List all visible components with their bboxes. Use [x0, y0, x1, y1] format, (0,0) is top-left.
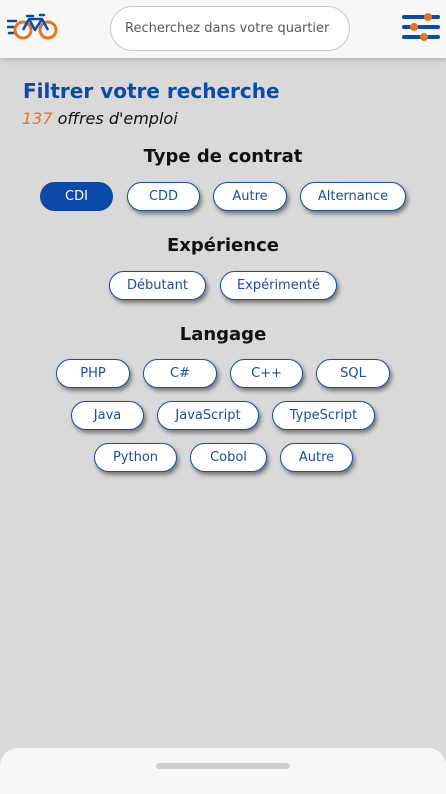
filter-sliders-icon[interactable]	[402, 12, 440, 42]
language-title: Langage	[179, 324, 267, 345]
chip-language-autre[interactable]: Autre	[280, 443, 353, 472]
search-input[interactable]	[110, 6, 350, 51]
chip-language-typescript[interactable]: TypeScript	[272, 401, 375, 430]
chip-language-cpp[interactable]: C++	[230, 359, 303, 388]
results-count-value: 137	[22, 109, 53, 128]
chip-language-javascript[interactable]: JavaScript	[157, 401, 259, 430]
chip-language-sql[interactable]: SQL	[316, 359, 390, 388]
bike-icon[interactable]	[7, 13, 59, 41]
chip-contract-cdi[interactable]: CDI	[40, 182, 113, 211]
chip-language-cobol[interactable]: Cobol	[190, 443, 267, 472]
chip-language-java[interactable]: Java	[71, 401, 144, 430]
chip-language-python[interactable]: Python	[94, 443, 177, 472]
contract-type-title: Type de contrat	[143, 146, 303, 167]
drag-handle[interactable]	[156, 763, 290, 769]
chip-language-php[interactable]: PHP	[56, 359, 130, 388]
results-count-label: offres d'emploi	[52, 109, 178, 128]
chip-language-csharp[interactable]: C#	[143, 359, 217, 388]
chip-contract-alternance[interactable]: Alternance	[300, 182, 406, 211]
bottom-sheet[interactable]	[0, 748, 446, 794]
chip-contract-cdd[interactable]: CDD	[127, 182, 200, 211]
experience-title: Expérience	[167, 235, 279, 256]
chip-experience-debutant[interactable]: Débutant	[109, 271, 206, 300]
chip-experience-experimente[interactable]: Expérimenté	[220, 271, 337, 300]
chip-contract-autre[interactable]: Autre	[213, 182, 287, 211]
top-bar	[0, 0, 446, 58]
results-count: 137 offres d'emploi	[22, 109, 178, 128]
page-title: Filtrer votre recherche	[23, 79, 280, 103]
